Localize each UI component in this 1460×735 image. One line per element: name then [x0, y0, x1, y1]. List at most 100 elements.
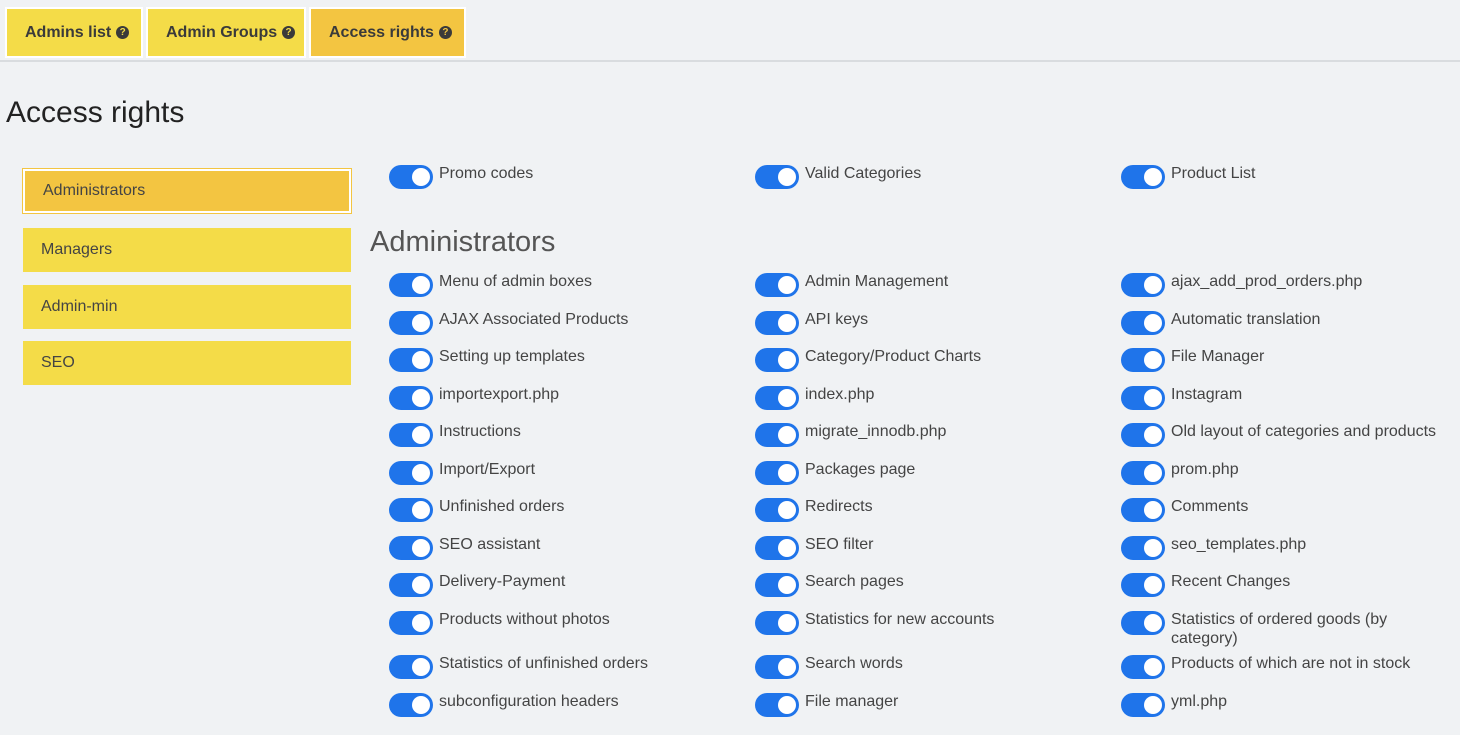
permission-item: Search words: [755, 654, 1115, 679]
permission-item: importexport.php: [389, 385, 749, 410]
toggle-knob: [778, 276, 796, 294]
toggle-knob: [1144, 168, 1162, 186]
toggle-knob: [412, 276, 430, 294]
permission-toggle[interactable]: [389, 655, 433, 679]
toggle-knob: [412, 696, 430, 714]
toggle-knob: [778, 314, 796, 332]
toggle-knob: [1144, 501, 1162, 519]
tab-access-rights[interactable]: Access rights ?: [309, 7, 466, 58]
permission-toggle[interactable]: [755, 536, 799, 560]
permission-toggle[interactable]: [755, 655, 799, 679]
permission-label: Valid Categories: [805, 165, 922, 182]
toggle-knob: [778, 389, 796, 407]
permission-item: Category/Product Charts: [755, 347, 1115, 372]
toggle-knob: [412, 314, 430, 332]
permission-toggle[interactable]: [755, 273, 799, 297]
permission-label: index.php: [805, 386, 875, 403]
permission-label: Redirects: [805, 498, 873, 515]
permission-item: Comments: [1121, 497, 1451, 522]
permission-toggle[interactable]: [1121, 536, 1165, 560]
permission-toggle[interactable]: [1121, 165, 1165, 189]
permission-toggle[interactable]: [389, 311, 433, 335]
permission-item: API keys: [755, 310, 1115, 335]
permission-item: AJAX Associated Products: [389, 310, 749, 335]
group-label: Managers: [41, 241, 113, 258]
permission-toggle[interactable]: [1121, 693, 1165, 717]
permission-toggle[interactable]: [755, 611, 799, 635]
permission-item: Delivery-Payment: [389, 572, 749, 597]
permission-label: Delivery-Payment: [439, 573, 566, 590]
question-circle-icon[interactable]: ?: [116, 26, 130, 39]
permission-label: API keys: [805, 311, 869, 328]
permission-item: Statistics for new accounts: [755, 610, 1115, 635]
toggle-knob: [778, 576, 796, 594]
permission-toggle[interactable]: [389, 693, 433, 717]
toggle-knob: [778, 426, 796, 444]
toggle-knob: [412, 539, 430, 557]
permission-toggle[interactable]: [389, 498, 433, 522]
permission-label: Instagram: [1171, 386, 1243, 403]
permission-toggle[interactable]: [389, 461, 433, 485]
permission-item: Unfinished orders: [389, 497, 749, 522]
permission-toggle[interactable]: [1121, 311, 1165, 335]
permission-toggle[interactable]: [1121, 461, 1165, 485]
permission-label: Products of which are not in stock: [1171, 655, 1411, 672]
permission-toggle[interactable]: [755, 311, 799, 335]
tab-admins-list[interactable]: Admins list ?: [5, 7, 143, 58]
permission-toggle[interactable]: [755, 165, 799, 189]
toggle-knob: [1144, 426, 1162, 444]
question-circle-icon[interactable]: ?: [282, 26, 296, 39]
permission-item: Statistics of unfinished orders: [389, 654, 749, 679]
permission-toggle[interactable]: [389, 348, 433, 372]
toggle-knob: [412, 426, 430, 444]
group-item-admin-min[interactable]: Admin-min: [23, 285, 351, 329]
toggle-knob: [778, 351, 796, 369]
permission-toggle[interactable]: [1121, 273, 1165, 297]
permission-toggle[interactable]: [389, 386, 433, 410]
permission-toggle[interactable]: [755, 423, 799, 447]
tab-label: Admins list: [25, 23, 112, 41]
permission-item: yml.php: [1121, 692, 1451, 717]
section-title: Administrators: [370, 226, 556, 258]
permission-item: File Manager: [1121, 347, 1451, 372]
permission-toggle[interactable]: [389, 273, 433, 297]
permission-toggle[interactable]: [1121, 386, 1165, 410]
permission-label: Comments: [1171, 498, 1249, 515]
permission-toggle[interactable]: [755, 693, 799, 717]
permission-toggle[interactable]: [755, 386, 799, 410]
permission-toggle[interactable]: [755, 348, 799, 372]
toggle-knob: [412, 464, 430, 482]
toggle-knob: [778, 464, 796, 482]
permission-label: Old layout of categories and products: [1171, 423, 1437, 440]
group-item-managers[interactable]: Managers: [23, 228, 351, 272]
question-circle-icon[interactable]: ?: [438, 26, 452, 39]
toggle-knob: [1144, 614, 1162, 632]
permission-toggle[interactable]: [1121, 573, 1165, 597]
permission-toggle[interactable]: [1121, 498, 1165, 522]
permission-toggle[interactable]: [755, 461, 799, 485]
permission-toggle[interactable]: [389, 611, 433, 635]
toggle-knob: [778, 696, 796, 714]
permission-label: File manager: [805, 693, 899, 710]
permission-toggle[interactable]: [1121, 611, 1165, 635]
permission-toggle[interactable]: [389, 536, 433, 560]
permission-toggle[interactable]: [1121, 655, 1165, 679]
permission-toggle[interactable]: [389, 573, 433, 597]
permission-toggle[interactable]: [389, 165, 433, 189]
permission-toggle[interactable]: [1121, 348, 1165, 372]
permission-item: Search pages: [755, 572, 1115, 597]
permission-label: Recent Changes: [1171, 573, 1291, 590]
permission-item: seo_templates.php: [1121, 535, 1451, 560]
permission-item: index.php: [755, 385, 1115, 410]
permission-label: SEO filter: [805, 536, 874, 553]
permission-toggle[interactable]: [755, 498, 799, 522]
group-item-administrators[interactable]: Administrators: [23, 169, 351, 213]
permission-label: subconfiguration headers: [439, 693, 619, 710]
group-item-seo[interactable]: SEO: [23, 341, 351, 385]
permission-toggle[interactable]: [1121, 423, 1165, 447]
permission-toggle[interactable]: [755, 573, 799, 597]
permission-toggle[interactable]: [389, 423, 433, 447]
permission-label: Category/Product Charts: [805, 348, 982, 365]
toggle-knob: [1144, 576, 1162, 594]
tab-admin-groups[interactable]: Admin Groups ?: [146, 7, 306, 58]
